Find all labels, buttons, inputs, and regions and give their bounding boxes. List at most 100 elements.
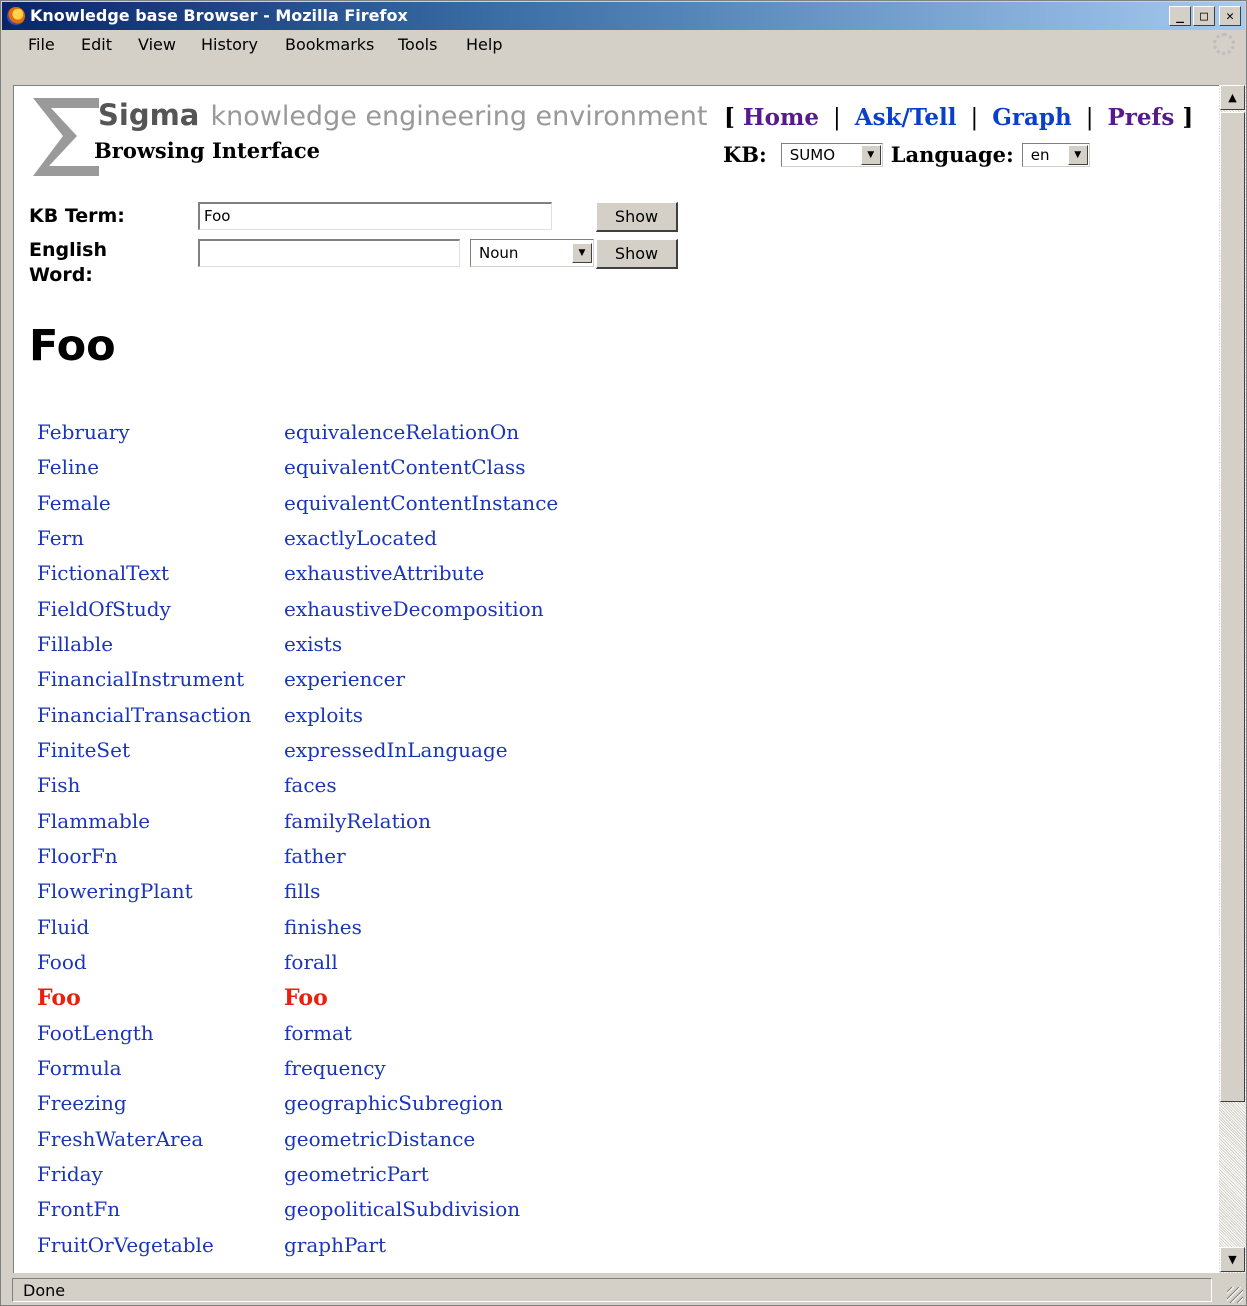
term-link[interactable]: geometricPart [284,1160,558,1195]
term-list-left: February Feline Female Fern FictionalText Fie… [37,418,251,1266]
term-link[interactable]: geopoliticalSubdivision [284,1195,558,1230]
term-link[interactable]: equivalenceRelationOn [284,418,558,453]
activity-throbber-icon [1213,33,1235,55]
term-list-right: equivalenceRelationOn equivalentContentCl… [284,418,558,1266]
english-word-input[interactable] [198,239,460,267]
term-link[interactable]: exactlyLocated [284,524,558,559]
term-link[interactable]: faces [284,771,558,806]
term-link[interactable]: Friday [37,1160,251,1195]
status-bar: Done [2,1275,1245,1305]
page-content: Sigma knowledge engineering environment … [13,85,1219,1273]
term-link[interactable]: fills [284,877,558,912]
term-link[interactable]: FinancialInstrument [37,665,251,700]
window-title: Knowledge base Browser - Mozilla Firefox [30,6,408,25]
term-link[interactable]: Fluid [37,913,251,948]
window-controls: _ □ ✕ [1169,6,1241,26]
menu-edit[interactable]: Edit [81,35,112,54]
minimize-button[interactable]: _ [1169,6,1191,26]
chevron-down-icon[interactable]: ▼ [1067,144,1088,165]
kb-term-show-button[interactable]: Show [596,202,678,232]
brand: Sigma knowledge engineering environment [98,98,708,132]
kb-label: KB: [723,142,767,167]
browser-window: Knowledge base Browser - Mozilla Firefox… [0,0,1247,1306]
term-link[interactable]: February [37,418,251,453]
term-link[interactable]: experiencer [284,665,558,700]
term-link[interactable]: Feline [37,453,251,488]
term-link[interactable]: geometricDistance [284,1125,558,1160]
kb-term-input[interactable]: Foo [198,202,552,230]
term-link[interactable]: FootLength [37,1019,251,1054]
term-link[interactable]: equivalentContentInstance [284,489,558,524]
term-link[interactable]: Formula [37,1054,251,1089]
term-link[interactable]: exploits [284,701,558,736]
term-link[interactable]: FictionalText [37,559,251,594]
term-link[interactable]: FinancialTransaction [37,701,251,736]
scrollbar-thumb[interactable] [1220,112,1245,1102]
language-select-value: en [1030,145,1050,164]
term-link[interactable]: exists [284,630,558,665]
language-select[interactable]: en ▼ [1021,142,1090,167]
term-link[interactable]: format [284,1019,558,1054]
chevron-down-icon[interactable]: ▼ [860,144,881,165]
language-label: Language: [890,142,1014,167]
term-link[interactable]: father [284,842,558,877]
firefox-icon [7,7,25,25]
term-link[interactable]: FruitOrVegetable [37,1231,251,1266]
status-text: Done [12,1278,1212,1302]
close-button[interactable]: ✕ [1219,6,1241,26]
vertical-scrollbar[interactable]: ▲ ▼ [1219,85,1246,1273]
term-link[interactable]: FrontFn [37,1195,251,1230]
term-link[interactable]: finishes [284,913,558,948]
scroll-down-arrow-icon[interactable]: ▼ [1220,1247,1245,1272]
brand-name: Sigma [98,98,200,132]
term-link[interactable]: exhaustiveDecomposition [284,595,558,630]
part-of-speech-select[interactable]: Noun ▼ [470,239,594,267]
term-link[interactable]: Fern [37,524,251,559]
menu-bookmarks[interactable]: Bookmarks [285,35,374,54]
term-link[interactable]: FloweringPlant [37,877,251,912]
page-subtitle: Browsing Interface [94,138,320,163]
maximize-button[interactable]: □ [1193,6,1215,26]
current-term-link[interactable]: Foo [37,983,251,1018]
nav-ask-tell-link[interactable]: Ask/Tell [855,104,957,131]
term-link[interactable]: Freezing [37,1089,251,1124]
term-link[interactable]: Food [37,948,251,983]
term-link[interactable]: Female [37,489,251,524]
term-link[interactable]: FiniteSet [37,736,251,771]
menu-history[interactable]: History [201,35,258,54]
nav-separator: | [1085,105,1094,131]
term-link[interactable]: equivalentContentClass [284,453,558,488]
menu-view[interactable]: View [138,35,176,54]
term-link[interactable]: FieldOfStudy [37,595,251,630]
term-link[interactable]: graphPart [284,1231,558,1266]
term-link[interactable]: Fish [37,771,251,806]
english-word-show-button[interactable]: Show [596,239,678,269]
kb-select[interactable]: SUMO ▼ [780,142,883,167]
chevron-down-icon[interactable]: ▼ [572,243,592,263]
term-link[interactable]: FloorFn [37,842,251,877]
nav-graph-link[interactable]: Graph [992,104,1071,131]
pos-select-value: Noun [479,244,519,262]
nav-close-bracket: ] [1182,104,1194,131]
term-link[interactable]: familyRelation [284,807,558,842]
term-link[interactable]: forall [284,948,558,983]
top-nav: [ Home | Ask/Tell | Graph | Prefs ] [724,104,1193,131]
kb-select-value: SUMO [789,145,836,164]
current-term-link[interactable]: Foo [284,983,558,1018]
term-link[interactable]: Fillable [37,630,251,665]
menu-bar: File Edit View History Bookmarks Tools H… [2,31,1245,57]
nav-prefs-link[interactable]: Prefs [1107,104,1174,131]
nav-home-link[interactable]: Home [743,104,819,131]
term-link[interactable]: FreshWaterArea [37,1125,251,1160]
brand-tagline: knowledge engineering environment [210,101,708,132]
term-link[interactable]: geographicSubregion [284,1089,558,1124]
term-link[interactable]: expressedInLanguage [284,736,558,771]
term-link[interactable]: frequency [284,1054,558,1089]
menu-help[interactable]: Help [466,35,502,54]
scroll-up-arrow-icon[interactable]: ▲ [1220,85,1245,110]
term-link[interactable]: exhaustiveAttribute [284,559,558,594]
menu-file[interactable]: File [28,35,55,54]
term-link[interactable]: Flammable [37,807,251,842]
menu-tools[interactable]: Tools [398,35,437,54]
resize-grip-icon[interactable] [1227,1287,1243,1303]
